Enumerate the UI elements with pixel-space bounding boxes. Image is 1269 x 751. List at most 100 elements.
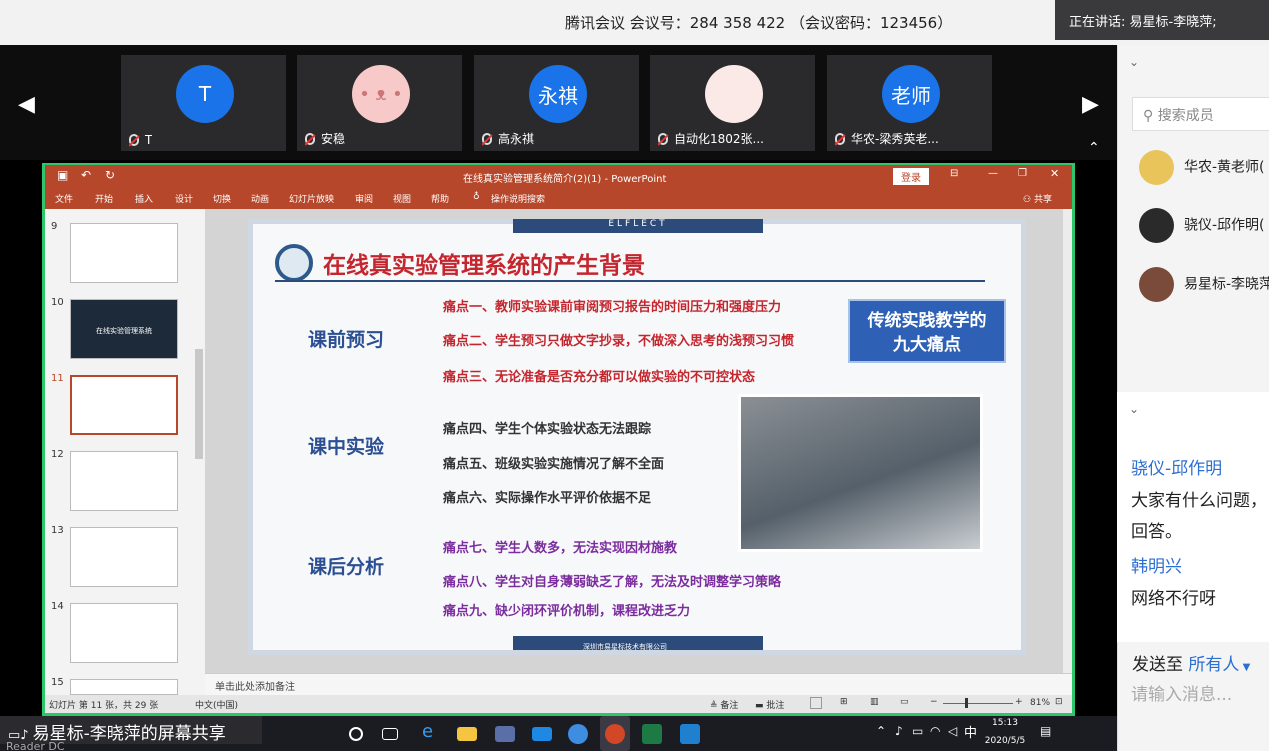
slide-thumbnail[interactable]: 在线实验管理系统 [70,299,178,359]
tab-home[interactable]: 开始 [95,192,113,205]
ime-indicator[interactable]: 中 [964,722,977,741]
window-title: 在线真实验管理系统简介(2)(1) - PowerPoint [463,174,667,185]
zoom-level[interactable]: 81% [1030,698,1050,708]
tab-help[interactable]: 帮助 [431,192,449,205]
tab-insert[interactable]: 插入 [135,192,153,205]
tab-animations[interactable]: 动画 [251,192,269,205]
normal-view-icon[interactable] [810,697,822,709]
meeting-app-icon[interactable] [568,724,588,744]
participant-tile[interactable]: • ᴥ • 安稳 [297,55,462,151]
avatar: T [176,65,234,123]
participant-tile[interactable]: T T [121,55,286,151]
participant-tile[interactable]: 永祺 高永祺 [474,55,639,151]
avatar [1139,267,1174,302]
nine-pain-points-badge: 传统实践教学的 九大痛点 [848,299,1006,363]
tab-slideshow[interactable]: 幻灯片放映 [289,192,334,205]
pain-point: 痛点五、班级实验实施情况了解不全面 [443,457,665,472]
send-to: 发送至 所有人 ▼ [1132,655,1251,675]
participant-tile[interactable]: 自动化1802张... [650,55,815,151]
pain-point: 痛点二、学生预习只做文字抄录，不做深入思考的浅预习习惯 [443,334,795,349]
ribbon-display-icon[interactable]: ⊟ [950,168,958,179]
taskbar-clock[interactable]: 15:13 2020/5/5 [980,714,1030,747]
pain-point: 痛点一、教师实验课前审阅预习报告的时间压力和强度压力 [443,300,782,315]
member-item[interactable]: 易星标-李晓萍 [1139,267,1269,302]
tray-chevron-icon[interactable]: ⌃ [876,724,886,738]
tray-wifi-icon[interactable]: ◠ [930,724,940,738]
member-search[interactable]: ⚲ 搜索成员 [1132,97,1269,131]
redo-icon[interactable]: ↻ [105,168,115,182]
slide-thumbnail[interactable] [70,223,178,283]
login-button[interactable]: 登录 [893,168,929,185]
comments-toggle[interactable]: ▬ 批注 [755,698,784,711]
members-collapse-icon[interactable]: ⌄ [1129,55,1139,69]
tab-view[interactable]: 视图 [393,192,411,205]
pain-point: 痛点七、学生人数多，无法实现因材施教 [443,541,678,556]
tray-volume-icon[interactable]: ◁ [948,724,957,738]
slide-thumbnail[interactable] [70,451,178,511]
restore-icon[interactable]: ❐ [1018,168,1027,179]
participant-name: 安稳 [321,132,346,146]
file-explorer-icon[interactable] [457,727,477,741]
member-item[interactable]: 华农-黄老师( [1139,150,1265,185]
tray-mic-icon[interactable]: ♪ [895,724,903,738]
member-item[interactable]: 骁仪-邱作明( [1139,208,1265,243]
mail-icon[interactable] [532,727,552,741]
tell-me-search[interactable]: 操作说明搜索 [491,192,545,205]
mic-muted-icon [482,133,492,145]
participant-name: 华农-梁秀英老... [851,132,939,146]
zoom-slider-thumb[interactable] [965,698,968,708]
close-icon[interactable]: ✕ [1050,167,1059,180]
slide-canvas: ELFLECT 在线真实验管理系统的产生背景 课前预习 课中实验 课后分析 痛点… [205,209,1072,673]
canvas-scrollbar[interactable] [1063,209,1072,673]
share-button[interactable]: ⚇ 共享 [1023,192,1052,205]
powerpoint-task[interactable] [600,716,630,751]
tab-transitions[interactable]: 切换 [213,192,231,205]
slide-thumbnail-selected[interactable] [70,375,178,435]
slideshow-view-icon[interactable]: ▭ [900,697,909,707]
notes-pane[interactable]: 单击此处添加备注 [205,673,1072,695]
participant-tile[interactable]: 老师 华农-梁秀英老... [827,55,992,151]
undo-icon[interactable]: ↶ [81,168,91,182]
slide-number: 13 [51,525,64,536]
zoom-slider[interactable] [943,703,1013,704]
tray-network-icon[interactable]: ▭ [912,724,923,738]
collapse-chevron-icon[interactable]: ⌃ [1088,140,1100,156]
tab-review[interactable]: 审阅 [355,192,373,205]
lab-students-photo [738,394,983,552]
recipient-select[interactable]: 所有人 [1188,655,1239,675]
notes-toggle[interactable]: ≜ 备注 [710,698,738,711]
task-view-icon[interactable] [382,728,398,740]
slide-thumbnail[interactable] [70,603,178,663]
slide-thumbnail[interactable] [70,679,178,695]
avatar: 永祺 [529,65,587,123]
fit-slide-icon[interactable]: ⊡ [1055,697,1063,707]
cortana-icon[interactable] [349,727,363,741]
store-icon[interactable] [495,726,515,742]
zoom-out-icon[interactable]: − [930,697,938,707]
sorter-view-icon[interactable]: ⊞ [840,697,848,707]
photos-icon[interactable] [680,724,700,744]
participant-name: T [145,133,153,147]
chat-message: 回答。 [1131,522,1182,542]
avatar [1139,150,1174,185]
chat-input[interactable]: 请输入消息... [1131,680,1232,705]
minimize-icon[interactable]: — [988,168,998,179]
brand-bar: ELFLECT [513,219,763,233]
tab-design[interactable]: 设计 [175,192,193,205]
tab-file[interactable]: 文件 [55,192,73,205]
save-icon[interactable]: ▣ [57,168,68,182]
thumbnail-scrollbar[interactable] [195,349,203,459]
mic-muted-icon [835,133,845,145]
zoom-in-icon[interactable]: + [1015,697,1023,707]
edge-icon[interactable]: e [422,721,442,742]
pain-point: 痛点四、学生个体实验状态无法跟踪 [443,422,652,437]
dropdown-icon[interactable]: ▼ [1239,662,1251,673]
slide-thumbnail[interactable] [70,527,178,587]
excel-icon[interactable] [642,724,662,744]
reader-label: Reader DC [6,740,65,751]
chat-collapse-icon[interactable]: ⌄ [1129,402,1139,416]
next-arrow-icon[interactable]: ▶ [1082,92,1099,117]
prev-arrow-icon[interactable]: ◀ [18,92,35,117]
notification-icon[interactable]: ▤ [1040,724,1051,738]
reading-view-icon[interactable]: ▥ [870,697,879,707]
